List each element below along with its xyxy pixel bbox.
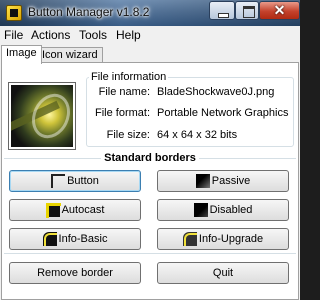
- button-border-button[interactable]: Button: [9, 170, 141, 192]
- minimize-button[interactable]: [209, 1, 235, 20]
- disabled-border-icon: [193, 203, 208, 217]
- passive-border-icon: [195, 174, 210, 188]
- info-upgrade-border-icon: [182, 232, 197, 246]
- menu-tools[interactable]: Tools: [79, 28, 107, 42]
- file-information-heading: File information: [89, 71, 169, 83]
- icon-preview-image: [11, 85, 73, 147]
- title-bar[interactable]: Button Manager v1.8.2 ✕: [0, 0, 300, 26]
- menu-bar: File Actions Tools Help: [0, 26, 300, 44]
- tab-strip: Image Icon wizard: [0, 45, 300, 64]
- info-upgrade-border-button[interactable]: Info-Upgrade: [157, 228, 289, 250]
- disabled-border-button[interactable]: Disabled: [157, 199, 289, 221]
- standard-borders-heading: Standard borders: [0, 152, 300, 164]
- close-icon: ✕: [273, 2, 286, 18]
- menu-actions[interactable]: Actions: [31, 28, 70, 42]
- tab-image[interactable]: Image: [1, 45, 42, 64]
- icon-preview: [8, 82, 76, 150]
- info-upgrade-border-label: Info-Upgrade: [198, 233, 264, 245]
- remove-border-button[interactable]: Remove border: [9, 262, 141, 284]
- menu-help[interactable]: Help: [116, 28, 141, 42]
- tab-icon-wizard[interactable]: Icon wizard: [37, 47, 103, 63]
- passive-border-label: Passive: [211, 175, 251, 187]
- app-icon[interactable]: [6, 5, 22, 21]
- autocast-border-button[interactable]: Autocast: [9, 199, 141, 221]
- info-basic-border-button[interactable]: Info-Basic: [9, 228, 141, 250]
- window-title: Button Manager v1.8.2: [28, 5, 150, 19]
- button-border-icon: [51, 174, 66, 188]
- button-manager-window: Button Manager v1.8.2 ✕ File Actions Too…: [0, 0, 300, 300]
- file-format-label: File format:: [94, 107, 150, 119]
- quit-button[interactable]: Quit: [157, 262, 289, 284]
- button-border-label: Button: [67, 175, 99, 187]
- passive-border-button[interactable]: Passive: [157, 170, 289, 192]
- info-basic-border-label: Info-Basic: [58, 233, 108, 245]
- autocast-border-label: Autocast: [61, 204, 105, 216]
- file-size-value: 64 x 64 x 32 bits: [157, 129, 238, 141]
- disabled-border-label: Disabled: [209, 204, 253, 216]
- info-basic-border-icon: [42, 232, 57, 246]
- file-format-value: Portable Network Graphics: [157, 107, 289, 119]
- close-button[interactable]: ✕: [259, 1, 300, 20]
- maximize-button[interactable]: [235, 1, 259, 20]
- file-name-value: BladeShockwave0J.png: [157, 86, 275, 98]
- actions-divider: [4, 253, 296, 254]
- file-name-label: File name:: [98, 86, 150, 98]
- menu-file[interactable]: File: [4, 28, 23, 42]
- file-size-label: File size:: [106, 129, 150, 141]
- autocast-border-icon: [45, 203, 61, 218]
